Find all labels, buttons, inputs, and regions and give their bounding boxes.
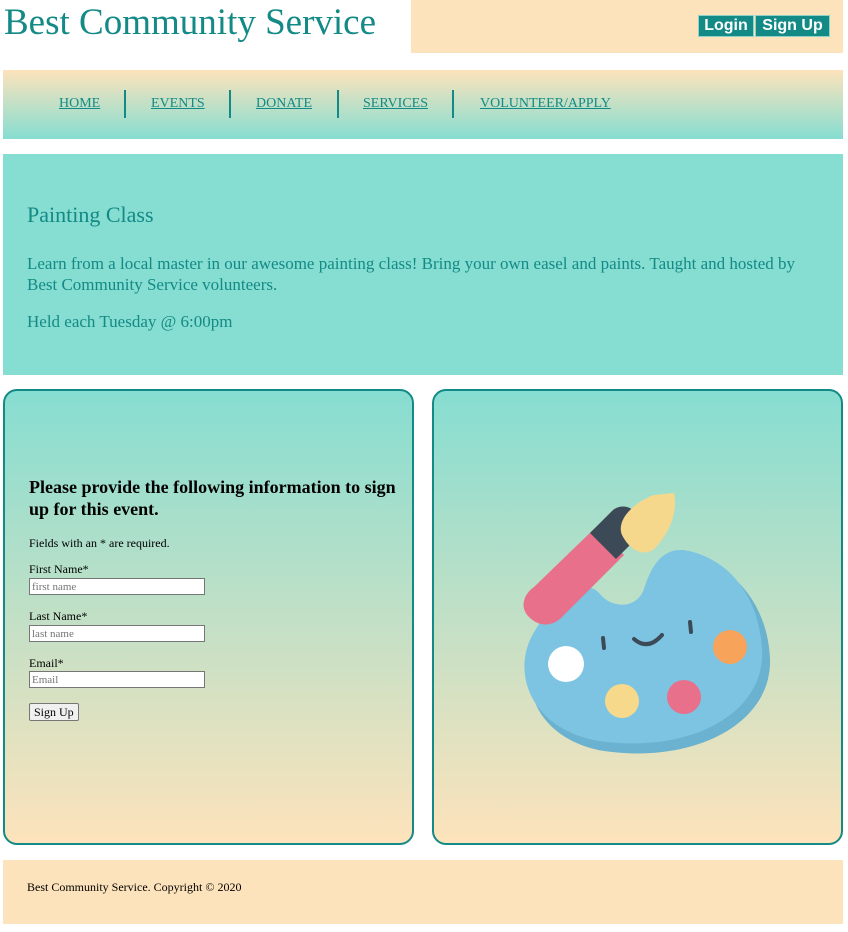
nav-divider <box>452 90 454 118</box>
site-title: Best Community Service <box>4 2 377 43</box>
login-button[interactable]: Login <box>698 15 754 37</box>
image-panel <box>432 389 843 845</box>
nav-divider <box>337 90 339 118</box>
main-navigation: HOME EVENTS DONATE SERVICES VOLUNTEER/AP… <box>3 70 843 139</box>
nav-divider <box>124 90 126 118</box>
nav-home[interactable]: HOME <box>59 95 100 113</box>
last-name-label: Last Name* <box>29 609 88 623</box>
nav-events[interactable]: EVENTS <box>151 95 205 113</box>
signup-form-panel: Please provide the following information… <box>3 389 414 845</box>
first-name-label: First Name* <box>29 562 89 576</box>
event-title: Painting Class <box>27 202 154 227</box>
footer: Best Community Service. Copyright © 2020 <box>3 860 843 924</box>
nav-divider <box>229 90 231 118</box>
event-details: Painting Class Learn from a local master… <box>3 154 843 375</box>
form-heading: Please provide the following information… <box>29 477 396 519</box>
first-name-input[interactable] <box>29 578 205 595</box>
nav-volunteer-apply[interactable]: VOLUNTEER/APPLY <box>480 95 611 113</box>
auth-bar: Login Sign Up <box>411 0 843 53</box>
last-name-input[interactable] <box>29 625 205 642</box>
nav-donate[interactable]: DONATE <box>256 95 312 113</box>
event-schedule: Held each Tuesday @ 6:00pm <box>27 312 233 331</box>
copyright-text: Best Community Service. Copyright © 2020 <box>27 880 242 894</box>
paint-palette-icon <box>523 493 771 754</box>
submit-signup-button[interactable]: Sign Up <box>29 703 79 721</box>
nav-services[interactable]: SERVICES <box>363 95 428 113</box>
required-fields-note: Fields with an * are required. <box>29 536 170 550</box>
email-input[interactable] <box>29 671 205 688</box>
signup-button[interactable]: Sign Up <box>755 15 830 37</box>
event-description: Learn from a local master in our awesome… <box>27 254 796 294</box>
email-label: Email* <box>29 656 64 670</box>
